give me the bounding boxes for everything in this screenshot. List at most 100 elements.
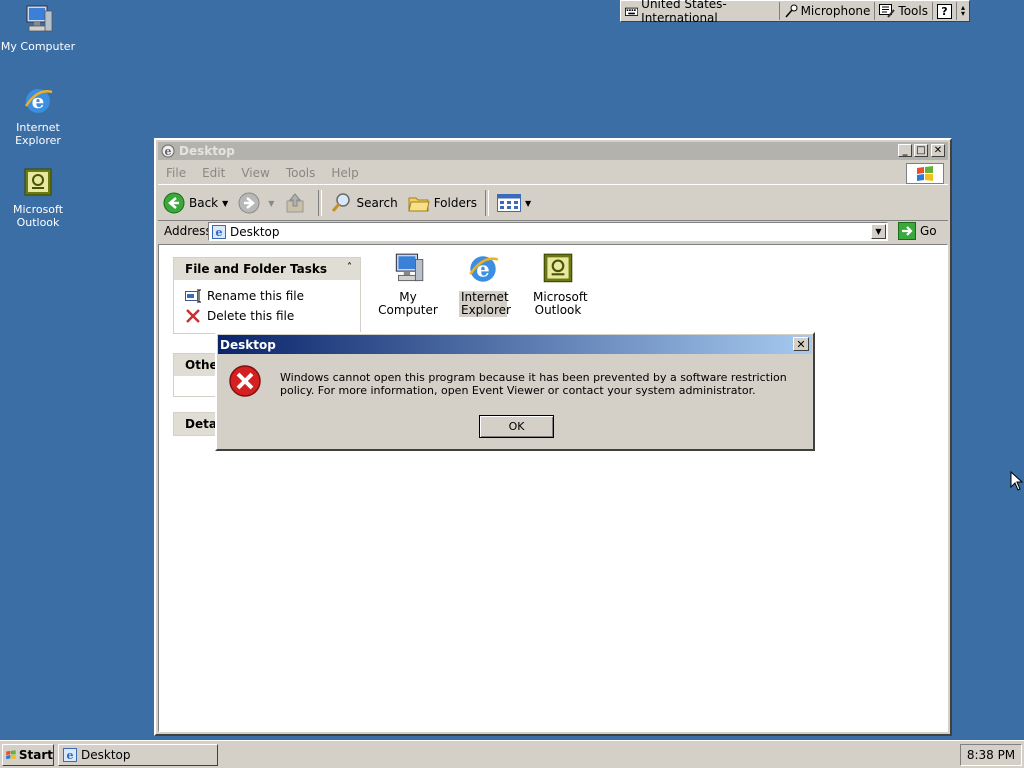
file-icon-my-computer[interactable]: My Computer xyxy=(370,251,446,317)
chevron-down-icon[interactable]: ▼ xyxy=(525,199,531,208)
tools-icon xyxy=(879,4,896,18)
file-label: My Computer xyxy=(378,290,438,317)
file-label: Microsoft Outlook xyxy=(533,290,588,317)
file-icon-microsoft-outlook[interactable]: Microsoft Outlook xyxy=(520,251,596,317)
system-tray: 8:38 PM xyxy=(960,744,1022,766)
microphone-button[interactable]: Microphone xyxy=(778,2,875,20)
internet-explorer-icon: e xyxy=(63,748,77,762)
menu-edit[interactable]: Edit xyxy=(194,166,233,180)
file-icon-internet-explorer[interactable]: e Internet Explorer xyxy=(445,251,521,317)
folders-label: Folders xyxy=(433,196,478,210)
menu-bar: File Edit View Tools Help xyxy=(158,162,948,185)
taskbar-button-label: Desktop xyxy=(81,748,131,762)
desktop-icon-label: Microsoft Outlook xyxy=(12,203,64,229)
start-button[interactable]: Start xyxy=(2,744,54,766)
up-folder-button[interactable] xyxy=(279,189,315,217)
panel-title: File and Folder Tasks xyxy=(185,262,328,276)
language-label: United States-International xyxy=(641,0,727,25)
window-titlebar[interactable]: e Desktop _ □ ✕ xyxy=(158,142,948,160)
maximize-icon: □ xyxy=(916,144,926,156)
windows-flag-icon xyxy=(6,750,16,760)
collapse-chevron-icon[interactable]: ˄ xyxy=(347,262,352,273)
close-button[interactable]: ✕ xyxy=(931,144,945,157)
task-rename-file[interactable]: Rename this file xyxy=(174,286,360,306)
task-delete-file[interactable]: Delete this file xyxy=(174,306,360,326)
language-bar-options-button[interactable]: ▴ ▾ xyxy=(955,2,969,20)
close-icon: ✕ xyxy=(796,337,806,351)
menu-tools[interactable]: Tools xyxy=(278,166,324,180)
rename-icon xyxy=(185,289,201,303)
folder-view: File and Folder Tasks ˄ Rename this file… xyxy=(158,244,948,732)
desktop-icon-internet-explorer[interactable]: e Internet Explorer xyxy=(0,84,76,147)
task-label: Delete this file xyxy=(207,309,295,323)
folder-icon xyxy=(408,197,430,212)
internet-explorer-icon: e xyxy=(469,256,499,282)
computer-icon xyxy=(395,253,424,282)
chevron-down-icon: ▼ xyxy=(875,227,882,236)
desktop-icon-my-computer[interactable]: My Computer xyxy=(0,3,76,53)
go-button[interactable]: Go xyxy=(898,222,937,240)
close-icon: ✕ xyxy=(933,144,943,156)
error-dialog: Desktop ✕ Windows cannot open this progr… xyxy=(215,332,815,451)
taskbar-button-desktop[interactable]: e Desktop xyxy=(58,744,218,766)
desktop-icon-microsoft-outlook[interactable]: Microsoft Outlook xyxy=(0,166,76,229)
error-icon xyxy=(229,365,261,397)
chevron-down-icon: ▴ ▾ xyxy=(960,3,965,18)
forward-arrow-icon xyxy=(238,192,260,214)
tools-label: Tools xyxy=(898,4,928,18)
back-arrow-icon xyxy=(163,192,185,214)
windows-flag-icon xyxy=(917,165,933,181)
tools-button[interactable]: Tools xyxy=(874,2,932,20)
chevron-down-icon[interactable]: ▼ xyxy=(268,199,274,208)
menu-help[interactable]: Help xyxy=(323,166,366,180)
views-button[interactable]: ▼ xyxy=(492,189,536,217)
svg-text:e: e xyxy=(67,749,74,762)
microphone-icon xyxy=(784,4,798,18)
internet-explorer-icon: e xyxy=(161,144,175,158)
menu-file[interactable]: File xyxy=(158,166,194,180)
internet-explorer-icon: e xyxy=(24,89,53,113)
desktop-icon-label: Internet Explorer xyxy=(15,121,61,147)
desktop-icon-label: My Computer xyxy=(0,40,76,53)
task-label: Rename this file xyxy=(207,289,305,303)
microphone-label: Microphone xyxy=(800,4,871,18)
internet-explorer-icon: e xyxy=(212,224,226,239)
help-button[interactable]: ? xyxy=(931,2,956,20)
dialog-message: Windows cannot open this program because… xyxy=(280,371,787,397)
address-bar: Address e Desktop ▼ Go xyxy=(158,221,948,243)
clock[interactable]: 8:38 PM xyxy=(967,748,1015,762)
search-label: Search xyxy=(356,196,398,210)
dialog-titlebar[interactable]: Desktop ✕ xyxy=(218,335,812,354)
folders-button[interactable]: Folders xyxy=(403,189,482,217)
address-dropdown-button[interactable]: ▼ xyxy=(871,224,886,239)
language-selector[interactable]: United States-International xyxy=(621,0,779,25)
dialog-title: Desktop xyxy=(220,337,276,352)
go-arrow-icon xyxy=(898,222,916,240)
keyboard-icon xyxy=(625,7,639,16)
up-folder-icon xyxy=(286,193,304,213)
svg-text:e: e xyxy=(216,226,223,239)
maximize-button[interactable]: □ xyxy=(914,144,928,157)
svg-text:e: e xyxy=(165,145,172,158)
dialog-close-button[interactable]: ✕ xyxy=(793,337,809,351)
address-value: Desktop xyxy=(230,224,280,239)
taskbar: Start e Desktop 8:38 PM xyxy=(0,740,1024,768)
chevron-down-icon[interactable]: ▼ xyxy=(222,199,228,208)
ok-button[interactable]: OK xyxy=(479,415,554,438)
outlook-icon xyxy=(24,168,52,196)
search-button[interactable]: Search xyxy=(325,189,402,217)
start-label: Start xyxy=(18,748,53,762)
panel-header[interactable]: File and Folder Tasks ˄ xyxy=(174,258,360,280)
menu-view[interactable]: View xyxy=(233,166,277,180)
mouse-cursor-icon xyxy=(1010,471,1024,491)
delete-icon xyxy=(186,309,200,323)
minimize-icon: _ xyxy=(902,144,908,156)
help-label: ? xyxy=(936,3,952,19)
forward-button[interactable]: ▼ xyxy=(233,189,279,217)
back-button[interactable]: Back ▼ xyxy=(158,189,233,217)
toolbar-separator xyxy=(318,190,323,216)
minimize-button[interactable]: _ xyxy=(898,144,912,157)
standard-toolbar: Back ▼ ▼ Search Folders ▼ xyxy=(158,186,948,221)
file-folder-tasks-panel: File and Folder Tasks ˄ Rename this file… xyxy=(173,257,361,334)
address-field[interactable]: e Desktop ▼ xyxy=(208,222,888,241)
